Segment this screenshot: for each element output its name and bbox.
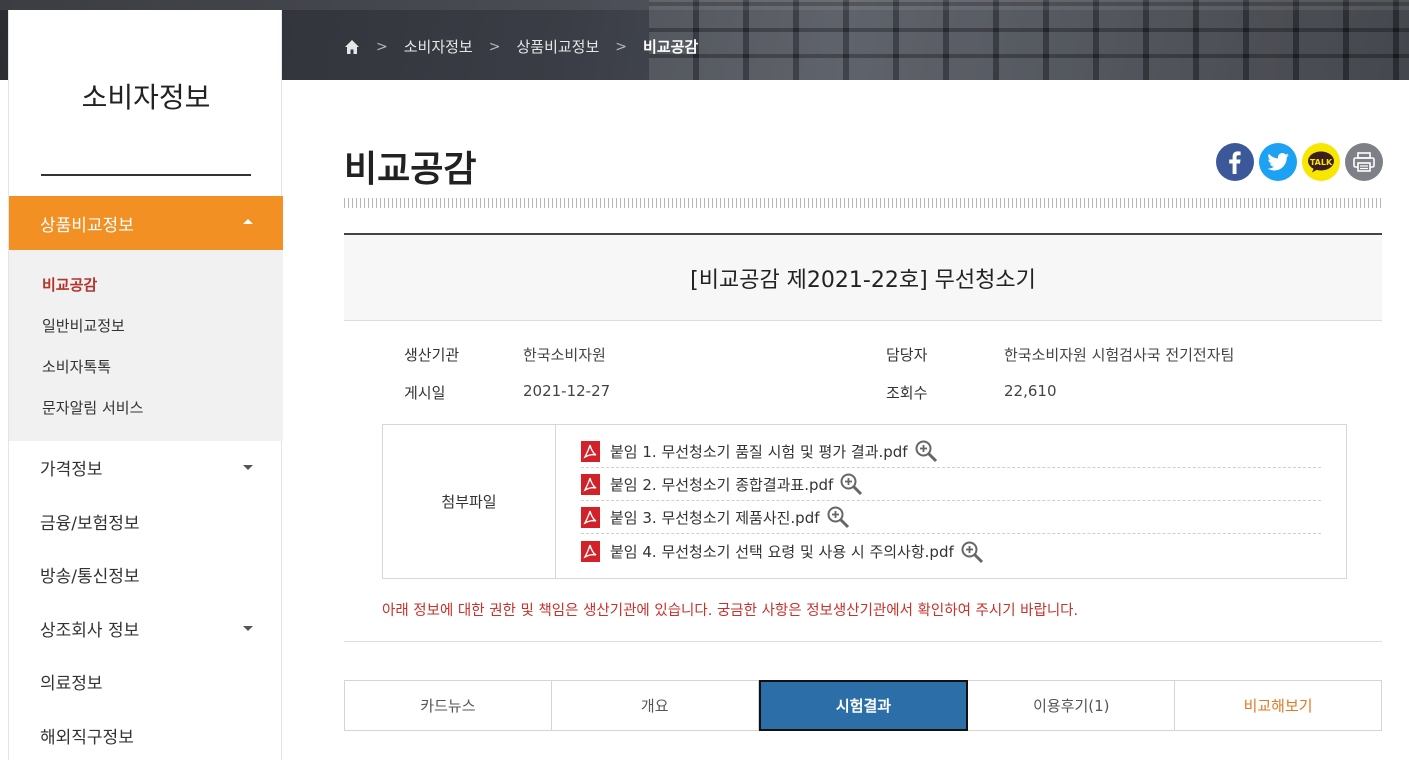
- pdf-icon: [581, 506, 600, 528]
- zoom-in-icon[interactable]: [960, 540, 984, 564]
- sidebar-item-broadcast[interactable]: 방송/통신정보: [9, 548, 283, 601]
- sidebar-item-overseas[interactable]: 해외직구정보: [9, 709, 283, 760]
- caret-up-icon: [243, 219, 253, 224]
- submenu: 비교공감 일반비교정보 소비자톡톡 문자알림 서비스: [9, 250, 283, 441]
- zoom-in-icon[interactable]: [826, 505, 850, 529]
- pdf-icon: [581, 541, 600, 562]
- submenu-item-general[interactable]: 일반비교정보: [42, 315, 125, 336]
- sidebar-item-medical[interactable]: 의료정보: [9, 655, 283, 708]
- pdf-icon: [581, 473, 600, 495]
- article-title: [비교공감 제2021-22호] 무선청소기: [344, 233, 1382, 321]
- twitter-icon[interactable]: [1259, 143, 1297, 181]
- chevron-right-icon: >: [488, 38, 501, 55]
- sidebar-item-label: 금융/보험정보: [40, 514, 140, 534]
- sidebar-item-label: 가격정보: [40, 460, 103, 480]
- producer-label: 생산기관: [404, 346, 460, 364]
- date-label: 게시일: [404, 384, 446, 402]
- sidebar-item-label: 방송/통신정보: [40, 567, 140, 587]
- breadcrumb-item[interactable]: 상품비교정보: [516, 36, 599, 57]
- caret-down-icon: [243, 465, 253, 470]
- content-tabs: 카드뉴스 개요 시험결과 이용후기(1) 비교해보기: [344, 680, 1382, 731]
- file-item[interactable]: 붙임 4. 무선청소기 선택 요령 및 사용 시 주의사항.pdf: [581, 535, 1321, 568]
- divider: [41, 174, 251, 176]
- zoom-in-icon[interactable]: [839, 472, 863, 496]
- sidebar-item-label: 상품비교정보: [40, 215, 134, 236]
- caret-down-icon: [243, 626, 253, 631]
- sidebar-item-funeral[interactable]: 상조회사 정보: [9, 602, 283, 655]
- views-label: 조회수: [886, 384, 928, 402]
- tab-overview[interactable]: 개요: [551, 681, 759, 730]
- file-link[interactable]: 붙임 2. 무선청소기 종합결과표.pdf: [610, 474, 833, 495]
- tab-reviews[interactable]: 이용후기(1): [968, 681, 1176, 730]
- submenu-item-sms[interactable]: 문자알림 서비스: [42, 397, 143, 418]
- sidebar-item-label: 의료정보: [40, 674, 103, 694]
- producer-value: 한국소비자원: [523, 346, 606, 364]
- chevron-right-icon: >: [615, 38, 628, 55]
- print-icon[interactable]: [1345, 143, 1383, 181]
- keyboard-background-image: [649, 0, 1409, 80]
- home-icon[interactable]: [344, 39, 360, 55]
- kakaotalk-label: TALK: [1309, 157, 1333, 167]
- file-item[interactable]: 붙임 2. 무선청소기 종합결과표.pdf: [581, 468, 1321, 501]
- tab-card-news[interactable]: 카드뉴스: [345, 681, 552, 730]
- file-link[interactable]: 붙임 4. 무선청소기 선택 요령 및 사용 시 주의사항.pdf: [610, 541, 954, 562]
- attachment-box: 첨부파일 붙임 1. 무선청소기 품질 시험 및 평가 결과.pdf 붙임 2.…: [382, 424, 1347, 579]
- attachment-label: 첨부파일: [383, 425, 556, 578]
- facebook-icon[interactable]: [1216, 143, 1254, 181]
- submenu-item-talk[interactable]: 소비자톡톡: [42, 356, 111, 377]
- sidebar-item-product-comparison[interactable]: 상품비교정보: [9, 196, 283, 250]
- sidebar: 소비자정보 상품비교정보 비교공감 일반비교정보 소비자톡톡 문자알림 서비스 …: [8, 10, 283, 760]
- manager-label: 담당자: [886, 346, 928, 364]
- breadcrumb: > 소비자정보 > 상품비교정보 > 비교공감: [344, 36, 698, 57]
- sidebar-item-label: 상조회사 정보: [40, 621, 140, 641]
- sidebar-item-finance[interactable]: 금융/보험정보: [9, 495, 283, 548]
- file-item[interactable]: 붙임 3. 무선청소기 제품사진.pdf: [581, 501, 1321, 534]
- kakaotalk-icon[interactable]: TALK: [1302, 143, 1340, 181]
- sidebar-item-price[interactable]: 가격정보: [9, 441, 283, 494]
- sidebar-title: 소비자정보: [81, 81, 211, 114]
- tab-compare[interactable]: 비교해보기: [1175, 681, 1381, 730]
- manager-value: 한국소비자원 시험검사국 전기전자팀: [1004, 346, 1235, 364]
- breadcrumb-item[interactable]: 소비자정보: [404, 36, 473, 57]
- submenu-item-compare[interactable]: 비교공감: [42, 274, 97, 295]
- file-link[interactable]: 붙임 3. 무선청소기 제품사진.pdf: [610, 507, 820, 528]
- file-item[interactable]: 붙임 1. 무선청소기 품질 시험 및 평가 결과.pdf: [581, 435, 1321, 468]
- sidebar-item-label: 해외직구정보: [40, 728, 134, 748]
- date-value: 2021-12-27: [523, 382, 611, 400]
- divider: [344, 641, 1382, 642]
- title-divider: [344, 198, 1382, 208]
- file-link[interactable]: 붙임 1. 무선청소기 품질 시험 및 평가 결과.pdf: [610, 441, 908, 462]
- breadcrumb-current: 비교공감: [643, 38, 699, 56]
- chevron-right-icon: >: [376, 38, 388, 55]
- pdf-icon: [581, 440, 600, 462]
- responsibility-notice: 아래 정보에 대한 권한 및 책임은 생산기관에 있습니다. 궁금한 사항은 정…: [382, 603, 1079, 619]
- zoom-in-icon[interactable]: [914, 439, 938, 463]
- views-value: 22,610: [1004, 382, 1057, 400]
- tab-test-results[interactable]: 시험결과: [758, 680, 969, 731]
- page-title: 비교공감: [344, 149, 477, 190]
